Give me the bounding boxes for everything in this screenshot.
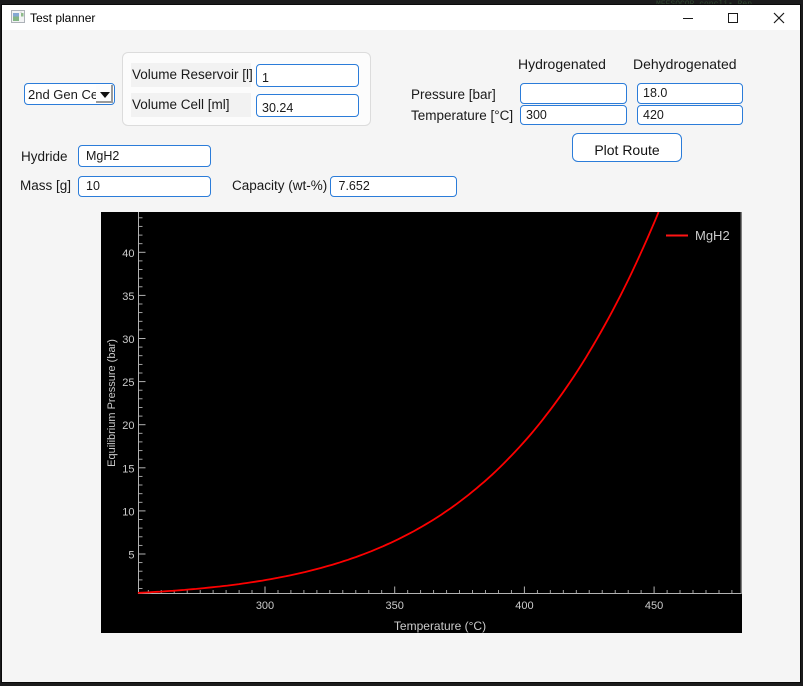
svg-text:10: 10 [122,506,134,518]
svg-text:35: 35 [122,291,134,303]
svg-text:Temperature (°C): Temperature (°C) [394,619,486,633]
svg-text:30: 30 [122,334,134,346]
svg-text:400: 400 [515,600,533,612]
svg-text:450: 450 [645,600,663,612]
svg-text:5: 5 [128,550,134,562]
svg-text:40: 40 [122,248,134,260]
svg-text:20: 20 [122,420,134,432]
svg-text:15: 15 [122,463,134,475]
svg-text:MgH2: MgH2 [695,228,730,243]
svg-text:Equilibrium Pressure (bar): Equilibrium Pressure (bar) [106,339,118,467]
svg-text:25: 25 [122,377,134,389]
svg-text:350: 350 [386,600,404,612]
svg-text:300: 300 [256,600,274,612]
